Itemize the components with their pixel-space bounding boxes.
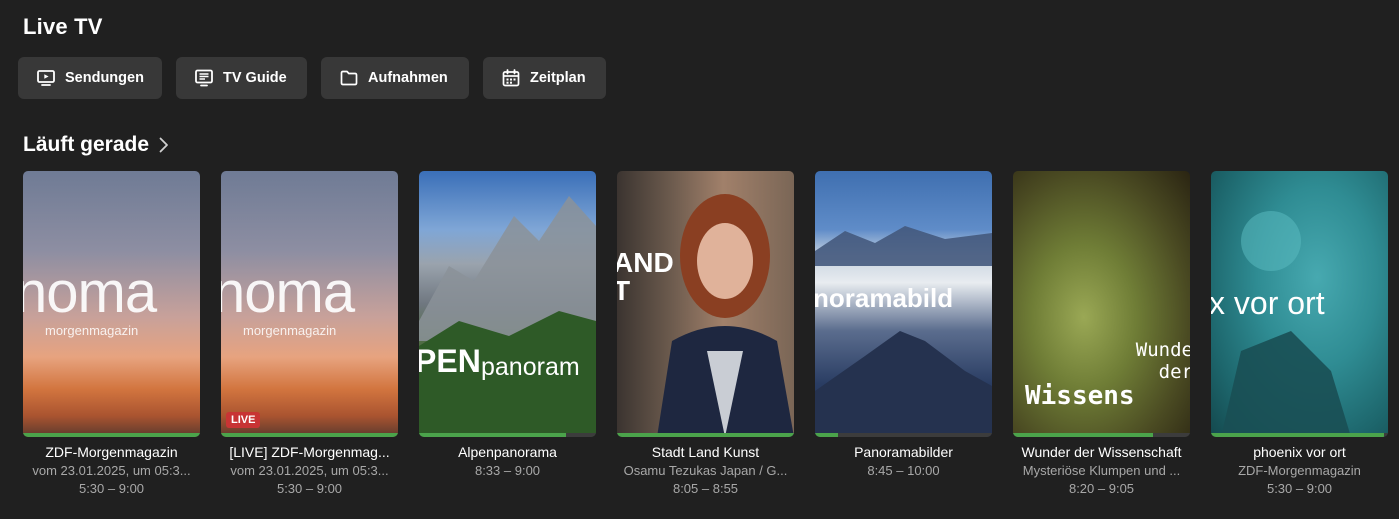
- tv-guide-icon: [195, 69, 213, 87]
- chevron-right-icon: [159, 137, 168, 153]
- card-title: ZDF-Morgenmagazin: [45, 444, 178, 460]
- progress-fill: [1013, 433, 1153, 437]
- thumbnail-logo-subtext: T: [617, 275, 631, 306]
- card-time: 8:45 – 10:00: [867, 463, 940, 478]
- progress-bar: [617, 433, 794, 437]
- card-time: 5:30 – 9:00: [1266, 481, 1333, 496]
- channel-thumbnail: Wunde der Wissens: [1013, 171, 1190, 437]
- channel-card[interactable]: AND T Stadt Land Kunst Osamu Tezukas Jap…: [617, 171, 794, 496]
- progress-bar: [419, 433, 596, 437]
- thumbnail-logo-subtext: morgenmagazin: [243, 323, 337, 338]
- channel-thumbnail: noma morgenmagazin: [23, 171, 200, 437]
- sendungen-button[interactable]: Sendungen: [18, 57, 162, 99]
- progress-bar: [815, 433, 992, 437]
- thumbnail-logo-subtext: Wunde der: [1135, 339, 1190, 383]
- thumbnail-logo-text: PEN: [419, 343, 481, 379]
- progress-bar: [221, 433, 398, 437]
- card-subtitle: ZDF-Morgenmagazin: [1238, 463, 1361, 478]
- card-time: 8:05 – 8:55: [672, 481, 739, 496]
- section-title-link[interactable]: Läuft gerade: [23, 133, 171, 157]
- tv-play-icon: [37, 70, 55, 86]
- channel-card[interactable]: noramabild Panoramabilder 8:45 – 10:00: [815, 171, 992, 496]
- progress-fill: [23, 433, 200, 437]
- card-subtitle: vom 23.01.2025, um 05:3...: [32, 463, 191, 478]
- thumbnail-logo-subtext: panoram: [481, 353, 580, 381]
- channel-thumbnail: x vor ort: [1211, 171, 1388, 437]
- zeitplan-label: Zeitplan: [530, 70, 586, 86]
- mountain-shape: [419, 196, 596, 437]
- calendar-icon: [502, 69, 520, 87]
- channel-thumbnail: noma morgenmagazin LIVE: [221, 171, 398, 437]
- channel-thumbnail: AND T: [617, 171, 794, 437]
- section-title: Läuft gerade: [23, 133, 150, 156]
- card-title: Wunder der Wissenschaft: [1021, 444, 1182, 460]
- card-subtitle: vom 23.01.2025, um 05:3...: [230, 463, 389, 478]
- presenter-shape: [657, 194, 794, 437]
- page-title: Live TV: [23, 14, 103, 39]
- channel-card[interactable]: x vor ort phoenix vor ort ZDF-Morgenmaga…: [1211, 171, 1388, 496]
- channel-card[interactable]: noma morgenmagazin ZDF-Morgenmagazin vom…: [23, 171, 200, 496]
- channel-card[interactable]: noma morgenmagazin LIVE [LIVE] ZDF-Morge…: [221, 171, 398, 496]
- channel-thumbnail: PEN panoram: [419, 171, 596, 437]
- card-time: 5:30 – 9:00: [276, 481, 343, 496]
- progress-fill: [617, 433, 794, 437]
- channel-card[interactable]: Wunde der Wissens Wunder der Wissenschaf…: [1013, 171, 1190, 496]
- progress-fill: [221, 433, 398, 437]
- card-time: 5:30 – 9:00: [78, 481, 145, 496]
- card-title: Alpenpanorama: [458, 444, 557, 460]
- thumbnail-logo-subtext: morgenmagazin: [45, 323, 139, 338]
- card-time: 8:33 – 9:00: [474, 463, 541, 478]
- thumbnail-logo-text: noma: [23, 260, 157, 325]
- folder-icon: [340, 70, 358, 86]
- progress-fill: [419, 433, 566, 437]
- progress-fill: [815, 433, 838, 437]
- zeitplan-button[interactable]: Zeitplan: [483, 57, 606, 99]
- thumbnail-logo-text: x vor ort: [1211, 285, 1325, 321]
- channel-row: noma morgenmagazin ZDF-Morgenmagazin vom…: [23, 171, 1388, 496]
- progress-bar: [23, 433, 200, 437]
- tv-guide-label: TV Guide: [223, 70, 287, 86]
- sendungen-label: Sendungen: [65, 70, 144, 86]
- progress-bar: [1013, 433, 1190, 437]
- progress-bar: [1211, 433, 1388, 437]
- tv-guide-button[interactable]: TV Guide: [176, 57, 307, 99]
- channel-thumbnail: noramabild: [815, 171, 992, 437]
- card-title: Stadt Land Kunst: [651, 444, 760, 460]
- card-subtitle: Mysteriöse Klumpen und ...: [1022, 463, 1181, 478]
- progress-fill: [1211, 433, 1385, 437]
- aufnahmen-button[interactable]: Aufnahmen: [321, 57, 469, 99]
- live-tv-nav: Sendungen TV Guide Aufnahmen Zeitplan: [18, 57, 606, 99]
- thumbnail-logo-text: noma: [221, 260, 355, 325]
- card-title: phoenix vor ort: [1253, 444, 1346, 460]
- card-title: [LIVE] ZDF-Morgenmag...: [229, 444, 390, 460]
- channel-card[interactable]: PEN panoram Alpenpanorama 8:33 – 9:00: [419, 171, 596, 496]
- thumbnail-logo-text: noramabild: [815, 283, 954, 313]
- card-subtitle: Osamu Tezukas Japan / G...: [623, 463, 788, 478]
- card-title: Panoramabilder: [854, 444, 953, 460]
- live-badge: LIVE: [226, 412, 261, 428]
- thumbnail-logo-text: Wissens: [1025, 381, 1135, 411]
- card-time: 8:20 – 9:05: [1068, 481, 1135, 496]
- aufnahmen-label: Aufnahmen: [368, 70, 448, 86]
